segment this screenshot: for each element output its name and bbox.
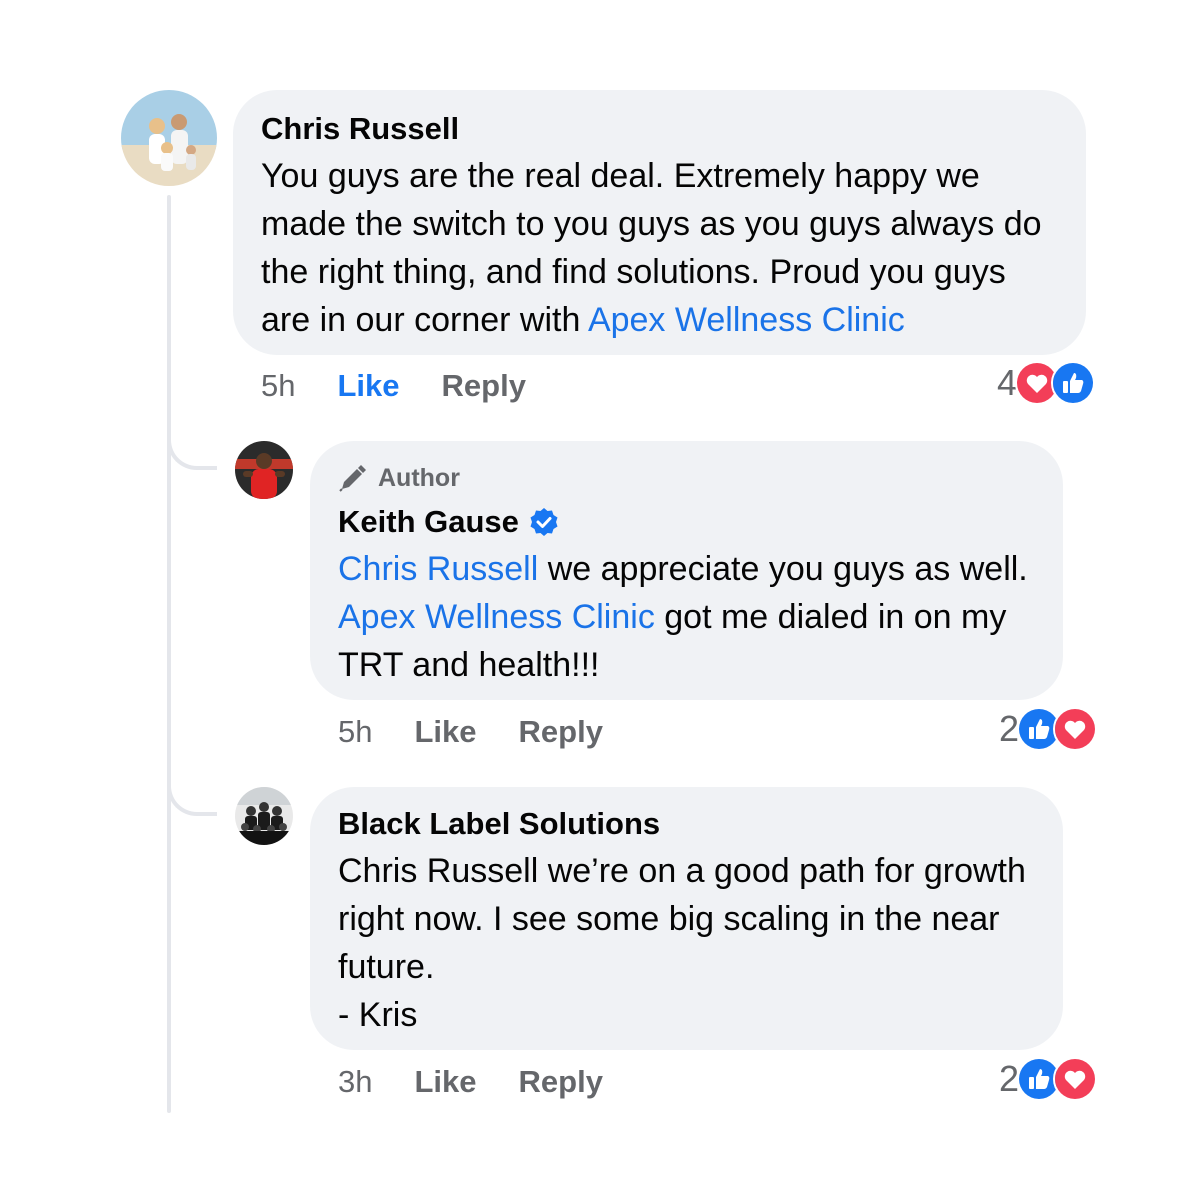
reply-button[interactable]: Reply [519,714,603,750]
comment-text: Chris Russell we appreciate you guys as … [338,545,1035,689]
author-badge-label: Author [378,463,460,492]
timestamp[interactable]: 5h [261,368,295,404]
comment-actions: 5h Like Reply [338,712,603,752]
like-button[interactable]: Like [337,368,399,404]
mention-link[interactable]: Apex Wellness Clinic [588,301,905,339]
comment-author[interactable]: Keith Gause [338,503,1035,541]
reaction-count: 2 [999,708,1020,749]
mention-link[interactable]: Apex Wellness Clinic [338,598,655,636]
author-badge: Author [338,461,1035,495]
comment-actions: 5h Like Reply [261,366,526,406]
comment-author[interactable]: Black Label Solutions [338,805,1035,843]
verified-badge-icon [530,508,558,536]
avatar[interactable] [121,90,217,186]
avatar[interactable] [235,787,293,845]
mention-link[interactable]: Chris Russell [338,550,538,588]
comment-bubble: Author Keith Gause Chris Russell we appr… [310,441,1063,700]
comment-actions: 3h Like Reply [338,1062,603,1102]
reaction-summary[interactable]: 2 [999,707,1098,751]
comment-author[interactable]: Chris Russell [261,110,1058,148]
comment-text: Chris Russell we’re on a good path for g… [338,847,1035,1039]
pen-icon [339,465,366,492]
love-icon [1053,1057,1098,1101]
avatar[interactable] [235,441,293,499]
comment-signature: - Kris [338,996,418,1034]
comment-text: You guys are the real deal. Extremely ha… [261,152,1058,344]
timestamp[interactable]: 5h [338,714,372,750]
like-icon [1051,361,1096,405]
reaction-summary[interactable]: 2 [999,1057,1098,1101]
like-button[interactable]: Like [414,1064,476,1100]
reaction-count: 4 [997,362,1018,403]
comment-bubble: Black Label Solutions Chris Russell we’r… [310,787,1063,1050]
thread-line [167,195,171,1113]
comment-text-line: Chris Russell we’re on a good path for g… [338,852,1026,986]
timestamp[interactable]: 3h [338,1064,372,1100]
thread-branch [167,780,217,816]
reply-button[interactable]: Reply [519,1064,603,1100]
reaction-summary[interactable]: 4 [997,361,1096,405]
like-button[interactable]: Like [414,714,476,750]
thread-branch [167,434,217,470]
reaction-count: 2 [999,1058,1020,1099]
comment-text-part: we appreciate you guys as well. [538,550,1028,588]
comment-bubble: Chris Russell You guys are the real deal… [233,90,1086,355]
love-icon [1053,707,1098,751]
reply-button[interactable]: Reply [442,368,526,404]
